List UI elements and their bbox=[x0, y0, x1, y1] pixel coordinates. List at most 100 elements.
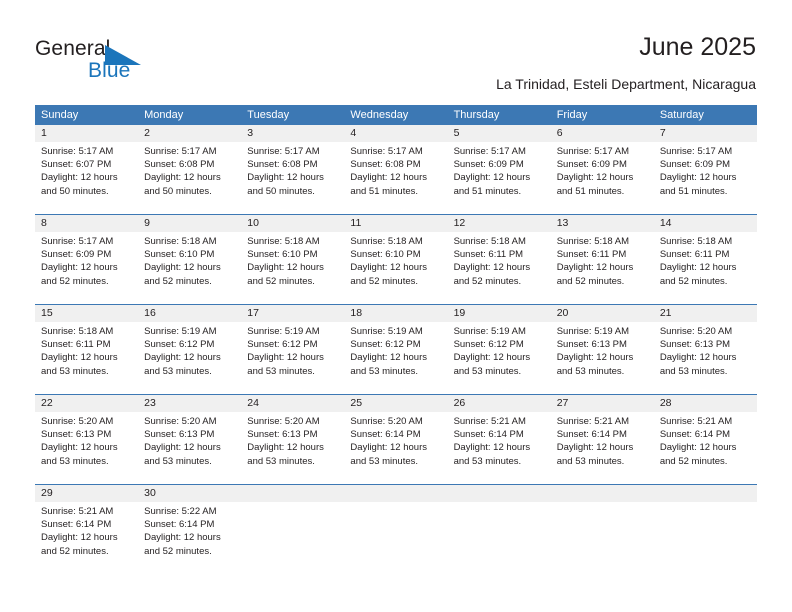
day-cell[interactable]: Sunrise: 5:17 AM Sunset: 6:08 PM Dayligh… bbox=[344, 142, 447, 214]
day-number[interactable]: 14 bbox=[654, 215, 757, 232]
day-cell[interactable]: Sunrise: 5:17 AM Sunset: 6:09 PM Dayligh… bbox=[448, 142, 551, 214]
sunrise-text: Sunrise: 5:17 AM bbox=[659, 146, 733, 157]
day-number[interactable]: 22 bbox=[35, 395, 138, 412]
day-cell[interactable]: Sunrise: 5:21 AM Sunset: 6:14 PM Dayligh… bbox=[35, 502, 138, 574]
day-cell-empty bbox=[241, 502, 344, 574]
sunrise-text: Sunrise: 5:20 AM bbox=[41, 416, 114, 427]
general-blue-logo[interactable]: General Blue bbox=[35, 36, 235, 88]
calendar-week-row: 22 23 24 25 26 27 28 Sunrise: 5:20 AM Su… bbox=[35, 395, 757, 485]
daylight-text-2: and 52 minutes. bbox=[144, 275, 212, 287]
day-cell[interactable]: Sunrise: 5:18 AM Sunset: 6:10 PM Dayligh… bbox=[344, 232, 447, 304]
daylight-text-2: and 53 minutes. bbox=[144, 365, 212, 377]
day-number[interactable]: 10 bbox=[241, 215, 344, 232]
day-cell[interactable]: Sunrise: 5:20 AM Sunset: 6:13 PM Dayligh… bbox=[35, 412, 138, 484]
day-number[interactable]: 6 bbox=[551, 125, 654, 142]
sunrise-text: Sunrise: 5:17 AM bbox=[247, 146, 320, 157]
day-cell[interactable]: Sunrise: 5:18 AM Sunset: 6:11 PM Dayligh… bbox=[551, 232, 654, 304]
day-cell[interactable]: Sunrise: 5:17 AM Sunset: 6:09 PM Dayligh… bbox=[551, 142, 654, 214]
daylight-text-1: Daylight: 12 hours bbox=[659, 172, 737, 184]
day-cell[interactable]: Sunrise: 5:18 AM Sunset: 6:10 PM Dayligh… bbox=[138, 232, 241, 304]
day-cell[interactable]: Sunrise: 5:19 AM Sunset: 6:12 PM Dayligh… bbox=[344, 322, 447, 394]
day-number[interactable]: 13 bbox=[551, 215, 654, 232]
day-cell[interactable]: Sunrise: 5:17 AM Sunset: 6:09 PM Dayligh… bbox=[654, 142, 757, 214]
day-number[interactable]: 5 bbox=[448, 125, 551, 142]
daylight-text-2: and 52 minutes. bbox=[144, 545, 212, 557]
sunset-text: Sunset: 6:11 PM bbox=[556, 249, 627, 261]
day-cell[interactable]: Sunrise: 5:20 AM Sunset: 6:13 PM Dayligh… bbox=[654, 322, 757, 394]
day-number[interactable]: 7 bbox=[654, 125, 757, 142]
day-cell[interactable]: Sunrise: 5:17 AM Sunset: 6:07 PM Dayligh… bbox=[35, 142, 138, 214]
sunrise-text: Sunrise: 5:17 AM bbox=[41, 236, 114, 247]
day-number[interactable]: 27 bbox=[551, 395, 654, 412]
sunrise-text: Sunrise: 5:18 AM bbox=[556, 236, 630, 247]
day-number[interactable]: 24 bbox=[241, 395, 344, 412]
day-cell[interactable]: Sunrise: 5:17 AM Sunset: 6:08 PM Dayligh… bbox=[138, 142, 241, 214]
day-detail-row: Sunrise: 5:17 AM Sunset: 6:07 PM Dayligh… bbox=[35, 142, 757, 214]
day-cell[interactable]: Sunrise: 5:21 AM Sunset: 6:14 PM Dayligh… bbox=[448, 412, 551, 484]
day-number[interactable]: 25 bbox=[344, 395, 447, 412]
day-cell[interactable]: Sunrise: 5:21 AM Sunset: 6:14 PM Dayligh… bbox=[551, 412, 654, 484]
daylight-text-2: and 53 minutes. bbox=[556, 365, 625, 377]
day-cell[interactable]: Sunrise: 5:20 AM Sunset: 6:13 PM Dayligh… bbox=[241, 412, 344, 484]
day-number[interactable]: 26 bbox=[448, 395, 551, 412]
day-cell[interactable]: Sunrise: 5:20 AM Sunset: 6:13 PM Dayligh… bbox=[138, 412, 241, 484]
sunrise-text: Sunrise: 5:18 AM bbox=[659, 236, 733, 247]
sunrise-text: Sunrise: 5:18 AM bbox=[41, 326, 114, 337]
day-number[interactable]: 12 bbox=[448, 215, 551, 232]
day-cell[interactable]: Sunrise: 5:18 AM Sunset: 6:11 PM Dayligh… bbox=[448, 232, 551, 304]
daylight-text-2: and 53 minutes. bbox=[247, 455, 315, 467]
day-number[interactable]: 1 bbox=[35, 125, 138, 142]
day-number[interactable]: 21 bbox=[654, 305, 757, 322]
day-number[interactable]: 17 bbox=[241, 305, 344, 322]
day-number[interactable]: 16 bbox=[138, 305, 241, 322]
day-number[interactable]: 11 bbox=[344, 215, 447, 232]
sunrise-text: Sunrise: 5:20 AM bbox=[659, 326, 733, 337]
daylight-text-2: and 53 minutes. bbox=[350, 455, 419, 467]
daylight-text-2: and 52 minutes. bbox=[41, 275, 109, 287]
day-cell[interactable]: Sunrise: 5:17 AM Sunset: 6:09 PM Dayligh… bbox=[35, 232, 138, 304]
day-cell-empty bbox=[448, 502, 551, 574]
day-number[interactable]: 18 bbox=[344, 305, 447, 322]
daylight-text-1: Daylight: 12 hours bbox=[453, 262, 531, 274]
weekday-header-friday: Friday bbox=[556, 109, 588, 121]
sunrise-text: Sunrise: 5:19 AM bbox=[556, 326, 630, 337]
day-cell[interactable]: Sunrise: 5:19 AM Sunset: 6:12 PM Dayligh… bbox=[448, 322, 551, 394]
sunrise-text: Sunrise: 5:19 AM bbox=[144, 326, 217, 337]
day-cell[interactable]: Sunrise: 5:18 AM Sunset: 6:11 PM Dayligh… bbox=[654, 232, 757, 304]
day-cell[interactable]: Sunrise: 5:19 AM Sunset: 6:13 PM Dayligh… bbox=[551, 322, 654, 394]
day-number[interactable]: 2 bbox=[138, 125, 241, 142]
weekday-header-saturday: Saturday bbox=[659, 109, 704, 121]
sunrise-text: Sunrise: 5:19 AM bbox=[247, 326, 320, 337]
weekday-header-tuesday: Tuesday bbox=[247, 109, 290, 121]
day-number[interactable]: 9 bbox=[138, 215, 241, 232]
day-cell[interactable]: Sunrise: 5:20 AM Sunset: 6:14 PM Dayligh… bbox=[344, 412, 447, 484]
calendar-week-row: 8 9 10 11 12 13 14 Sunrise: 5:17 AM Suns… bbox=[35, 215, 757, 305]
day-number[interactable]: 3 bbox=[241, 125, 344, 142]
day-cell[interactable]: Sunrise: 5:21 AM Sunset: 6:14 PM Dayligh… bbox=[654, 412, 757, 484]
weekday-header-wednesday: Wednesday bbox=[350, 109, 409, 121]
day-number[interactable]: 19 bbox=[448, 305, 551, 322]
day-number[interactable]: 15 bbox=[35, 305, 138, 322]
daylight-text-2: and 53 minutes. bbox=[659, 365, 728, 377]
day-number[interactable]: 28 bbox=[654, 395, 757, 412]
day-number[interactable]: 8 bbox=[35, 215, 138, 232]
day-cell[interactable]: Sunrise: 5:18 AM Sunset: 6:11 PM Dayligh… bbox=[35, 322, 138, 394]
day-number[interactable]: 30 bbox=[138, 485, 241, 502]
day-cell[interactable]: Sunrise: 5:22 AM Sunset: 6:14 PM Dayligh… bbox=[138, 502, 241, 574]
day-number[interactable]: 20 bbox=[551, 305, 654, 322]
day-cell[interactable]: Sunrise: 5:18 AM Sunset: 6:10 PM Dayligh… bbox=[241, 232, 344, 304]
daylight-text-2: and 51 minutes. bbox=[350, 185, 419, 197]
sunset-text: Sunset: 6:14 PM bbox=[659, 429, 731, 441]
sunset-text: Sunset: 6:11 PM bbox=[659, 249, 730, 261]
day-number-empty bbox=[654, 485, 757, 502]
day-number[interactable]: 23 bbox=[138, 395, 241, 412]
day-number[interactable]: 29 bbox=[35, 485, 138, 502]
sunset-text: Sunset: 6:08 PM bbox=[350, 159, 421, 171]
day-number[interactable]: 4 bbox=[344, 125, 447, 142]
daylight-text-1: Daylight: 12 hours bbox=[659, 442, 737, 454]
day-cell[interactable]: Sunrise: 5:19 AM Sunset: 6:12 PM Dayligh… bbox=[241, 322, 344, 394]
sunset-text: Sunset: 6:14 PM bbox=[556, 429, 627, 441]
sunrise-text: Sunrise: 5:17 AM bbox=[144, 146, 217, 157]
day-cell[interactable]: Sunrise: 5:17 AM Sunset: 6:08 PM Dayligh… bbox=[241, 142, 344, 214]
day-cell[interactable]: Sunrise: 5:19 AM Sunset: 6:12 PM Dayligh… bbox=[138, 322, 241, 394]
